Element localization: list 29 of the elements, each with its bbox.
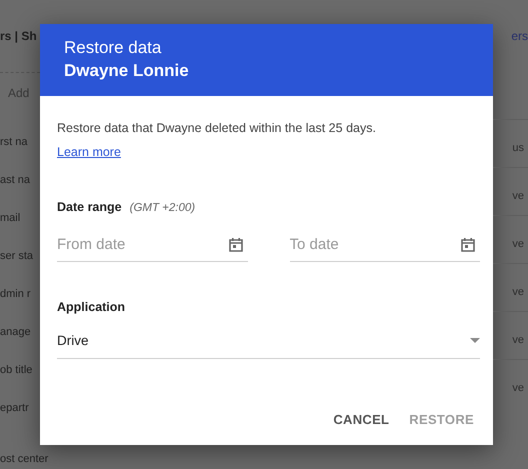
field-label: mail	[0, 211, 20, 226]
application-label: Application	[57, 300, 126, 314]
field-label: ast na	[0, 173, 30, 188]
learn-more-link[interactable]: Learn more	[57, 142, 121, 162]
description-text: Restore data that Dwayne deleted within the last 25 days.	[57, 120, 377, 137]
field-label: epartr	[0, 401, 29, 416]
table-cell: ve	[493, 167, 528, 215]
user-name: Dwayne Lonnie	[64, 60, 190, 82]
table-cell: ve	[493, 311, 528, 359]
table-cell: us	[493, 119, 528, 167]
application-select[interactable]: Drive	[57, 322, 480, 359]
field-label: dmin r	[0, 287, 31, 302]
dialog-button[interactable]: CANCEL	[327, 404, 396, 435]
calendar-icon[interactable]	[460, 237, 476, 253]
field-label: ost center	[0, 452, 48, 467]
field-label: rst na	[0, 135, 28, 150]
field-label: ob title	[0, 363, 32, 378]
table-cell: ve	[493, 263, 528, 311]
dropdown-arrow-icon	[470, 338, 480, 342]
dialog-title: Restore data	[64, 37, 162, 59]
tab-label[interactable]: ers	[511, 0, 528, 65]
field-label: ser sta	[0, 249, 34, 264]
table-cell: ve	[493, 359, 528, 407]
field-label: anage	[0, 325, 31, 340]
date-range-label: Date range	[57, 200, 122, 214]
calendar-icon[interactable]	[228, 237, 244, 253]
table-cell: ve	[493, 215, 528, 263]
timezone-text: (GMT +2:00)	[130, 202, 196, 214]
tab-label[interactable]: rs | Sh	[0, 0, 37, 72]
